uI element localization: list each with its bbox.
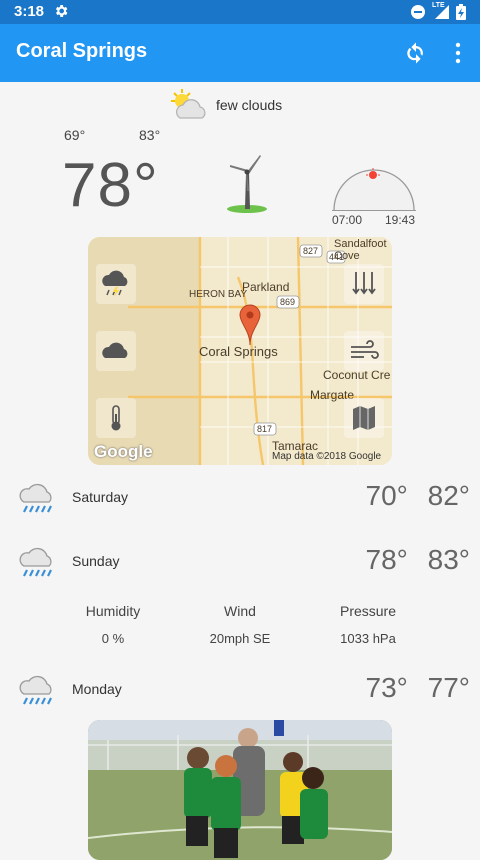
- forecast-row[interactable]: Sunday 78° 83°: [0, 538, 480, 588]
- wind-layer-button[interactable]: [344, 331, 384, 371]
- condition-text: few clouds: [216, 97, 283, 113]
- forecast-high: 77°: [427, 672, 470, 703]
- status-bar: 3:18 LTE: [0, 0, 480, 24]
- pressure-detail: Pressure 1033 hPa: [308, 603, 428, 646]
- do-not-disturb-icon: [411, 5, 425, 19]
- sunset-time: 19:43: [385, 213, 416, 227]
- map-label-parkland: Parkland: [242, 280, 290, 294]
- forecast-high: 82°: [427, 480, 470, 511]
- forecast-day: Sunday: [72, 553, 120, 569]
- more-vert-icon[interactable]: [448, 40, 468, 66]
- forecast-day: Monday: [72, 681, 122, 697]
- rain-layer-icon: [102, 270, 128, 297]
- map-label-sandalfoot-text: Sandalfoot Cove: [334, 238, 387, 262]
- google-logo: Google: [94, 442, 153, 461]
- system-icons: LTE: [410, 2, 466, 20]
- clock: 3:18: [14, 3, 45, 20]
- battery-icon: [456, 4, 466, 20]
- today-low: 69°: [64, 127, 86, 143]
- refresh-icon[interactable]: [402, 39, 430, 67]
- map-attribution: Map data ©2018 Google: [272, 451, 382, 462]
- rain-cloud-icon: [19, 547, 52, 577]
- forecast-low: 70°: [365, 480, 408, 511]
- humidity-value: 0 %: [101, 631, 125, 646]
- photo-illustration: [88, 720, 392, 860]
- wind-label: Wind: [224, 603, 256, 619]
- wind-turbine-icon: [227, 155, 267, 213]
- forecast-row[interactable]: Monday 73° 77°: [0, 666, 480, 716]
- map-layer-button[interactable]: [344, 398, 384, 438]
- road-shield-869: 869: [280, 297, 296, 307]
- rain-layer-button[interactable]: [96, 264, 136, 304]
- forecast-high: 83°: [427, 544, 470, 575]
- map-label-coral-springs: Coral Springs: [199, 344, 278, 359]
- rain-cloud-icon: [19, 483, 52, 513]
- temperature-layer-icon: [111, 405, 121, 431]
- pressure-layer-icon: [352, 272, 376, 295]
- map-label-sandalfoot: Sandalfoot Cove: [334, 238, 392, 262]
- forecast-temps: 78° 83°: [366, 544, 470, 576]
- clouds-layer-icon: [102, 342, 128, 358]
- wind-detail: Wind 20mph SE: [180, 603, 300, 646]
- road-shield-817: 817: [257, 424, 273, 434]
- forecast-temps: 70° 82°: [366, 480, 470, 512]
- forecast-low: 73°: [365, 672, 408, 703]
- pressure-value: 1033 hPa: [340, 631, 396, 646]
- pressure-layer-button[interactable]: [344, 264, 384, 304]
- forecast-day: Saturday: [72, 489, 129, 505]
- humidity-label: Humidity: [85, 603, 141, 619]
- lte-signal-icon: LTE: [432, 2, 450, 20]
- gear-icon: [55, 5, 68, 17]
- forecast-temps: 73° 77°: [366, 672, 470, 704]
- sunrise-time: 07:00: [332, 213, 363, 227]
- sun-path-icon: [332, 168, 416, 211]
- pressure-label: Pressure: [339, 603, 397, 619]
- rain-cloud-icon: [19, 675, 52, 705]
- temperature-layer-button[interactable]: [96, 398, 136, 438]
- current-temperature: 78°: [62, 151, 159, 220]
- today-high: 83°: [139, 127, 161, 143]
- app-bar: Coral Springs: [0, 24, 480, 82]
- map-layer-icon: [353, 406, 375, 430]
- partly-cloudy-icon: [171, 89, 206, 119]
- clouds-layer-button[interactable]: [96, 331, 136, 371]
- wind-layer-icon: [351, 340, 379, 359]
- current-condition: few clouds: [168, 88, 282, 122]
- weather-map[interactable]: 827 441 869 817 Sandalfoot Cove Parkland…: [88, 237, 392, 465]
- wind-value: 20mph SE: [209, 631, 271, 646]
- location-photo: [88, 720, 392, 860]
- road-shield-827: 827: [303, 246, 319, 256]
- map-label-heron-bay: HERON BAY: [189, 289, 248, 300]
- page-title: Coral Springs: [16, 40, 148, 62]
- humidity-detail: Humidity 0 %: [53, 603, 173, 646]
- forecast-low: 78°: [365, 544, 408, 575]
- forecast-row[interactable]: Saturday 70° 82°: [0, 474, 480, 524]
